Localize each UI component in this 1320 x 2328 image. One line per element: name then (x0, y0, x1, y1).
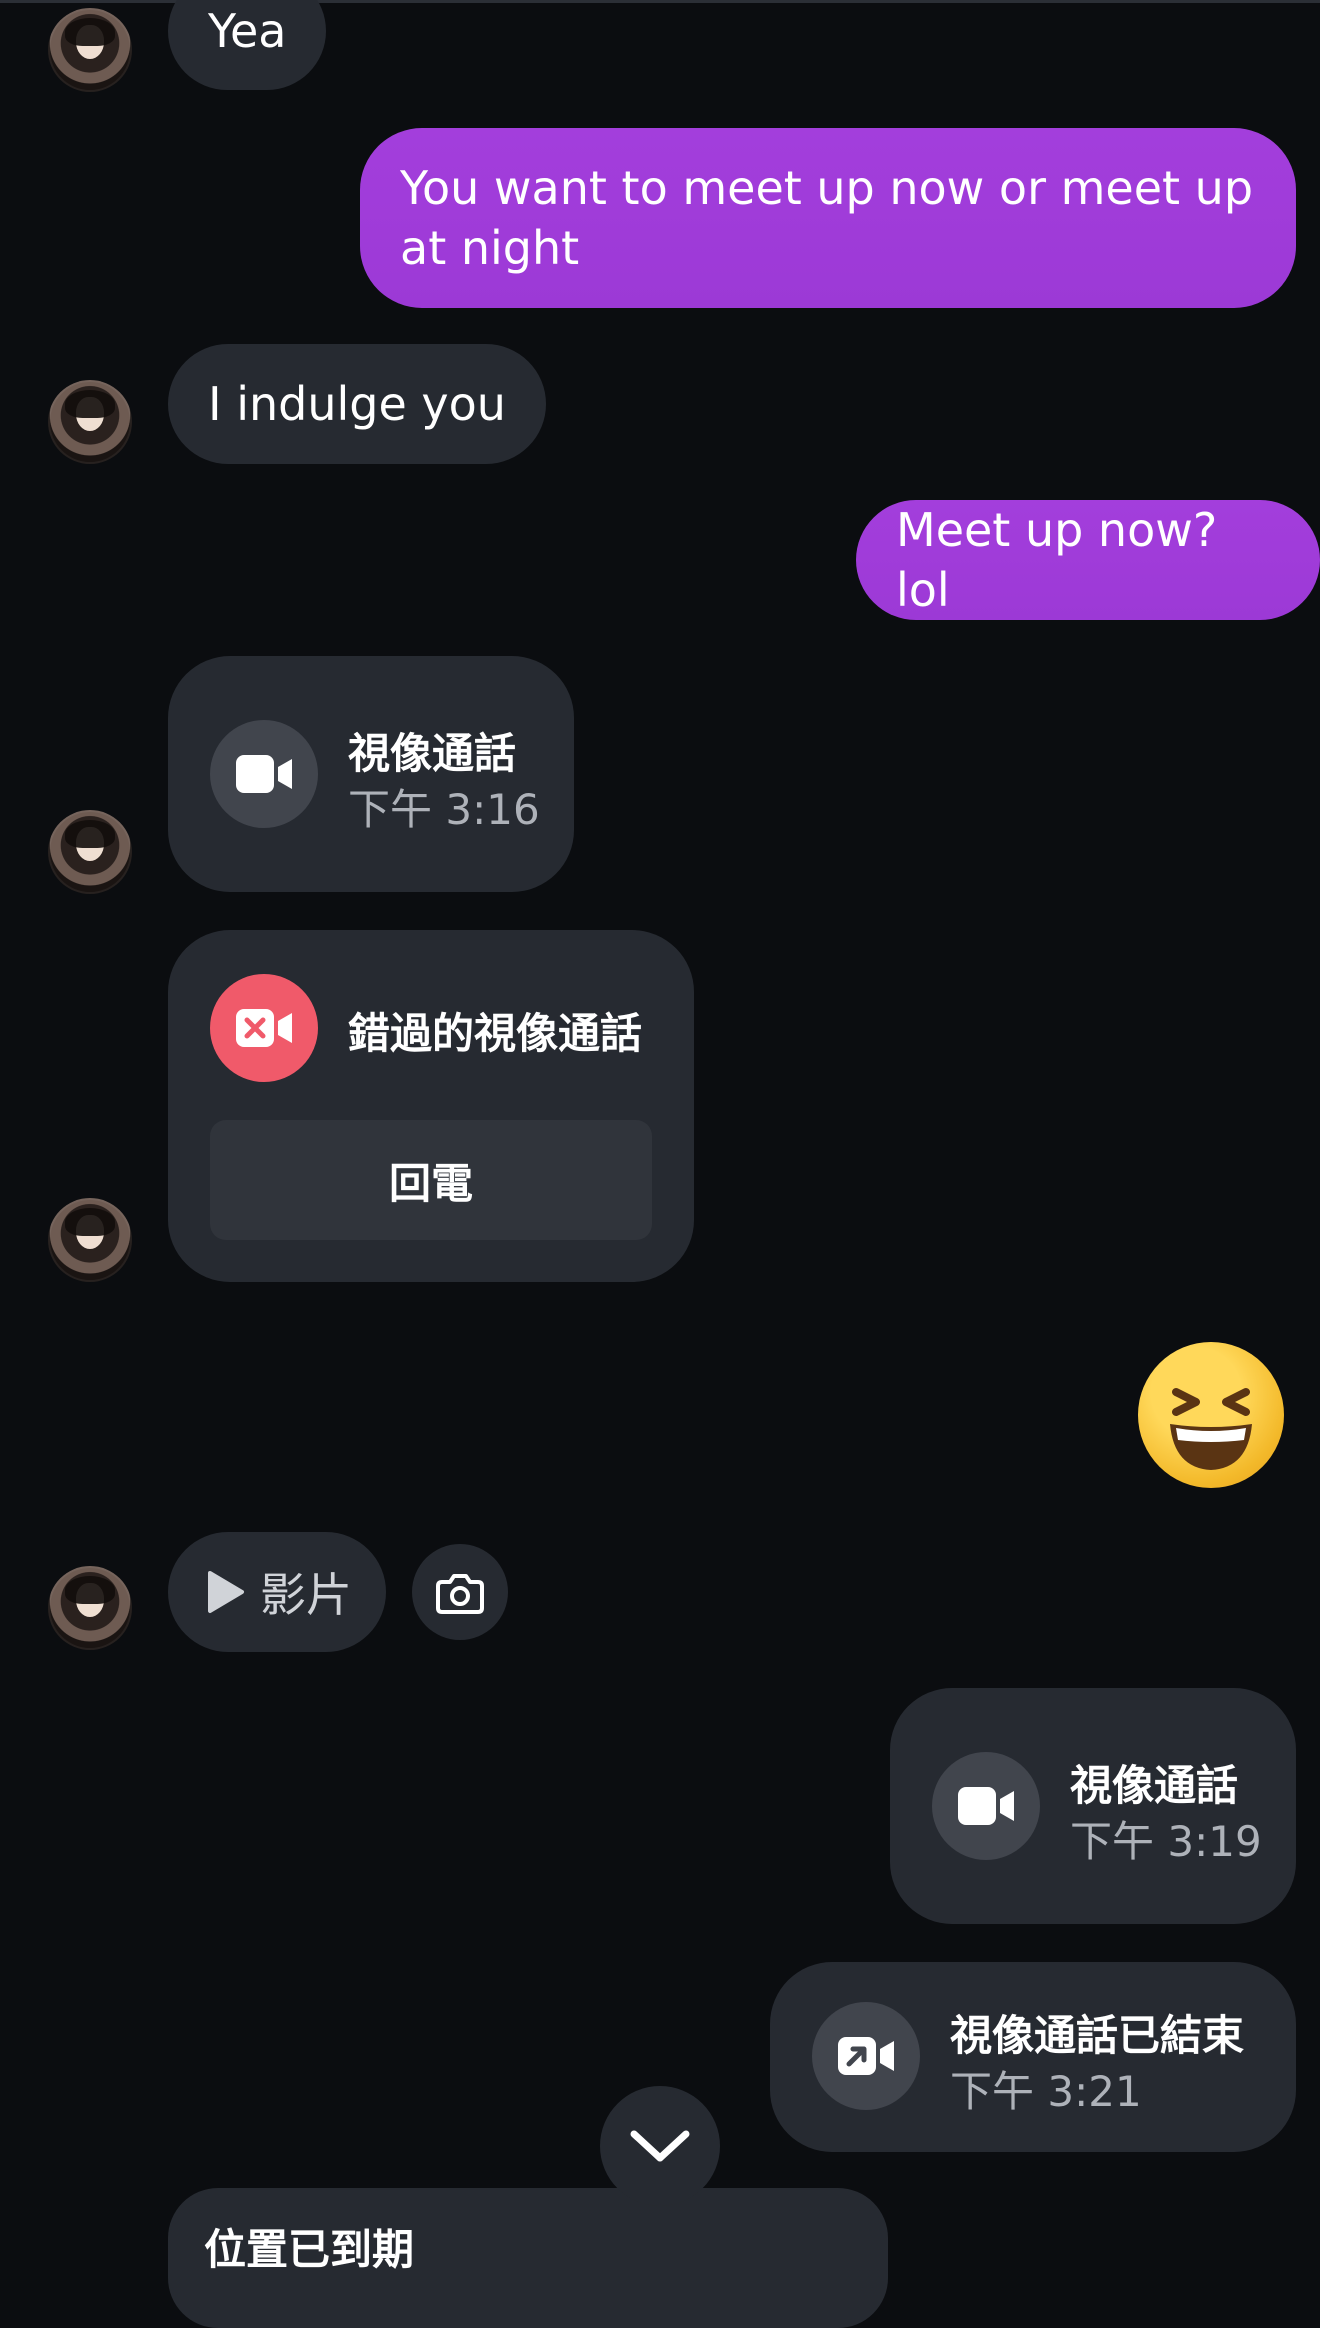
avatar[interactable] (48, 8, 132, 92)
grinning-squinting-face-emoji[interactable] (1138, 1342, 1284, 1488)
video-ended-icon (812, 2002, 920, 2110)
call-title: 視像通話 (1070, 1761, 1239, 1810)
avatar[interactable] (48, 380, 132, 464)
video-call-card[interactable]: 視像通話 下午 3:19 (890, 1688, 1296, 1924)
avatar[interactable] (48, 1566, 132, 1650)
video-camera-icon (932, 1752, 1040, 1860)
call-title: 錯過的視像通話 (348, 1009, 643, 1058)
message-bubble-incoming[interactable]: I indulge you (168, 344, 546, 464)
location-text: 位置已到期 (204, 2225, 415, 2274)
location-message[interactable]: 位置已到期 (168, 2188, 888, 2328)
message-text: Meet up now? lol (896, 503, 1218, 617)
scroll-to-bottom-button[interactable] (600, 2086, 720, 2206)
call-back-button[interactable]: 回電 (210, 1120, 652, 1240)
avatar[interactable] (48, 1198, 132, 1282)
play-icon (208, 1571, 244, 1613)
message-text: I indulge you (208, 377, 506, 431)
video-camera-icon (210, 720, 318, 828)
message-bubble-incoming[interactable]: Yea (168, 0, 327, 90)
call-time: 下午 3:16 (348, 785, 540, 834)
video-call-ended-card[interactable]: 視像通話已結束 下午 3:21 (770, 1962, 1296, 2152)
missed-video-call-card[interactable]: 錯過的視像通話 回電 (168, 930, 694, 1282)
video-attachment[interactable]: 影片 (168, 1532, 386, 1652)
call-title: 視像通話 (348, 729, 517, 778)
message-text: You want to meet up now or meet up at ni… (400, 161, 1254, 275)
video-call-card[interactable]: 視像通話 下午 3:16 (168, 656, 574, 892)
video-label: 影片 (260, 1568, 352, 1622)
call-time: 下午 3:21 (950, 2067, 1142, 2116)
camera-button[interactable] (412, 1544, 508, 1640)
missed-video-icon (210, 974, 318, 1082)
avatar[interactable] (48, 810, 132, 894)
message-bubble-outgoing[interactable]: You want to meet up now or meet up at ni… (360, 128, 1296, 308)
call-time: 下午 3:19 (1070, 1817, 1262, 1866)
message-bubble-outgoing[interactable]: Meet up now? lol (856, 500, 1320, 620)
chevron-down-icon (630, 2130, 690, 2162)
camera-icon (436, 1574, 484, 1614)
message-text: Yea (208, 4, 287, 58)
call-title: 視像通話已結束 (950, 2011, 1245, 2060)
